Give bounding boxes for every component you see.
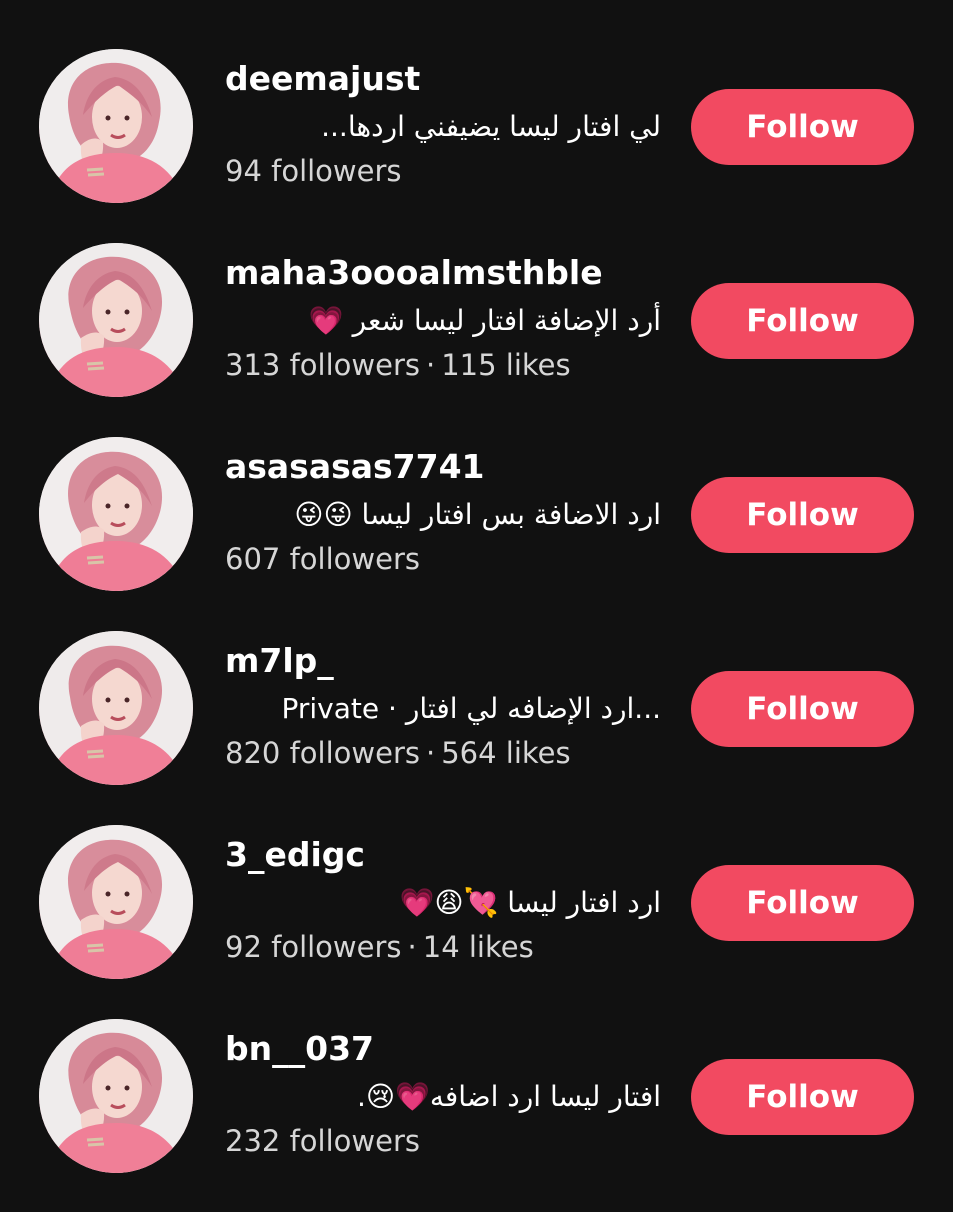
profile-bio: ارد الاضافة بس افتار ليسا 😜😜 xyxy=(294,498,661,531)
profile-avatar[interactable] xyxy=(39,1019,193,1173)
account-row-bn__037[interactable]: bn__037 افتار ليسا ارد اضافه💗😢. 232 foll… xyxy=(0,1018,953,1212)
username[interactable]: asasasas7741 xyxy=(225,449,675,487)
account-row-m7lp[interactable]: m7lp_ Private · ارد الإضافه لي افتار... … xyxy=(0,630,953,824)
username[interactable]: bn__037 xyxy=(225,1031,675,1069)
profile-avatar[interactable] xyxy=(39,49,193,203)
likes-count: 115 likes xyxy=(441,348,571,382)
account-stats: 92 followers · 14 likes xyxy=(225,929,675,965)
account-row-3_edigc[interactable]: 3_edigc ارد افتار ليسا 💘😩💗 92 followers ·… xyxy=(0,824,953,1018)
follow-button[interactable]: Follow xyxy=(691,283,914,359)
account-stats: 820 followers · 564 likes xyxy=(225,735,675,771)
account-info: m7lp_ Private · ارد الإضافه لي افتار... … xyxy=(225,643,675,771)
profile-avatar[interactable] xyxy=(39,825,193,979)
account-info: 3_edigc ارد افتار ليسا 💘😩💗 92 followers ·… xyxy=(225,837,675,965)
account-info: maha3oooalmsthble أرد الإضافة افتار ليسا… xyxy=(225,255,675,383)
followers-count: 94 followers xyxy=(225,154,402,188)
account-row-deemajust[interactable]: deemajust لي افتار ليسا يضيفني اردها... … xyxy=(0,48,953,242)
account-info: deemajust لي افتار ليسا يضيفني اردها... … xyxy=(225,61,675,189)
username[interactable]: 3_edigc xyxy=(225,837,675,875)
profile-avatar[interactable] xyxy=(39,631,193,785)
profile-bio: افتار ليسا ارد اضافه💗😢. xyxy=(356,1080,661,1113)
profile-avatar[interactable] xyxy=(39,243,193,397)
separator-dot: · xyxy=(407,930,417,964)
likes-count: 564 likes xyxy=(441,736,571,770)
follow-button[interactable]: Follow xyxy=(691,89,914,165)
followers-count: 607 followers xyxy=(225,542,420,576)
profile-bio: ارد افتار ليسا 💘😩💗 xyxy=(399,886,661,919)
account-stats: 313 followers · 115 likes xyxy=(225,347,675,383)
account-row-asasasas7741[interactable]: asasasas7741 ارد الاضافة بس افتار ليسا 😜… xyxy=(0,436,953,630)
username[interactable]: m7lp_ xyxy=(225,643,675,681)
username[interactable]: maha3oooalmsthble xyxy=(225,255,675,293)
followers-count: 232 followers xyxy=(225,1124,420,1158)
profile-bio: لي افتار ليسا يضيفني اردها... xyxy=(321,110,661,143)
username[interactable]: deemajust xyxy=(225,61,675,99)
profile-bio: أرد الإضافة افتار ليسا شعر 💗 xyxy=(308,304,661,337)
account-stats: 232 followers xyxy=(225,1123,675,1159)
followers-count: 820 followers xyxy=(225,736,420,770)
follow-button[interactable]: Follow xyxy=(691,477,914,553)
likes-count: 14 likes xyxy=(422,930,534,964)
follow-button[interactable]: Follow xyxy=(691,865,914,941)
account-list: deemajust لي افتار ليسا يضيفني اردها... … xyxy=(0,48,953,1212)
separator-dot: · xyxy=(425,348,436,382)
account-info: asasasas7741 ارد الاضافة بس افتار ليسا 😜… xyxy=(225,449,675,577)
profile-bio: Private · ارد الإضافه لي افتار... xyxy=(281,692,662,725)
follow-button[interactable]: Follow xyxy=(691,671,914,747)
followers-count: 92 followers xyxy=(225,930,402,964)
account-info: bn__037 افتار ليسا ارد اضافه💗😢. 232 foll… xyxy=(225,1031,675,1159)
account-stats: 94 followers xyxy=(225,153,675,189)
account-row-maha3oooalmsthble[interactable]: maha3oooalmsthble أرد الإضافة افتار ليسا… xyxy=(0,242,953,436)
profile-avatar[interactable] xyxy=(39,437,193,591)
follow-button[interactable]: Follow xyxy=(691,1059,914,1135)
account-stats: 607 followers xyxy=(225,541,675,577)
separator-dot: · xyxy=(425,736,436,770)
followers-count: 313 followers xyxy=(225,348,420,382)
